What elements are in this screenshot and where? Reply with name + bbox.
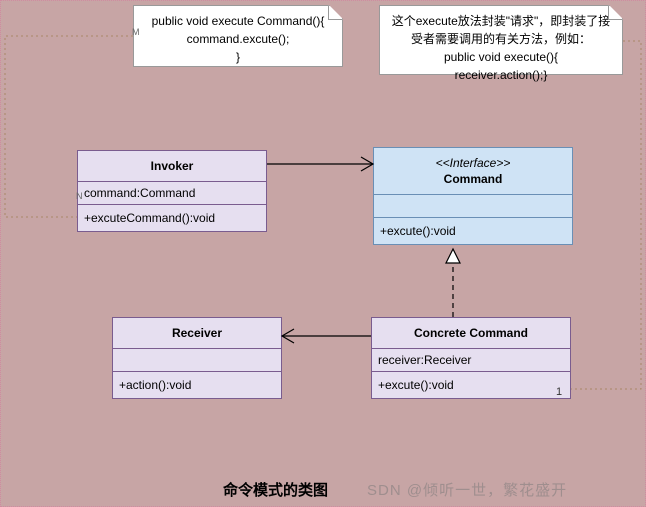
stereotype-label: <<Interface>> bbox=[378, 156, 568, 170]
class-name-text: Command bbox=[444, 172, 503, 186]
diagram-caption: 命令模式的类图 bbox=[223, 479, 328, 500]
connector-layer bbox=[1, 1, 646, 507]
note-execute-command: M public void execute Command(){ command… bbox=[133, 5, 343, 67]
class-op: +excute():void bbox=[372, 372, 570, 398]
class-name: <<Interface>> Command bbox=[374, 148, 572, 195]
class-concrete-command: Concrete Command receiver:Receiver +excu… bbox=[371, 317, 571, 399]
class-name: Concrete Command bbox=[372, 318, 570, 349]
note-line: 这个execute放法封装"请求"，即封装了接 bbox=[392, 14, 611, 28]
class-attr: command:Command bbox=[78, 182, 266, 205]
note-execute-receiver: 这个execute放法封装"请求"，即封装了接 受者需要调用的有关方法，例如： … bbox=[379, 5, 623, 75]
class-op: +excuteCommand():void bbox=[78, 205, 266, 231]
class-attr-empty bbox=[374, 195, 572, 218]
diagram-canvas: M public void execute Command(){ command… bbox=[0, 0, 646, 507]
class-marker-n: N bbox=[76, 191, 83, 201]
class-invoker: N Invoker command:Command +excuteCommand… bbox=[77, 150, 267, 232]
multiplicity-label: 1 bbox=[556, 386, 562, 398]
note-line: command.excute(); bbox=[187, 32, 290, 46]
note-line: receiver.action();} bbox=[455, 68, 548, 82]
note-line: public void execute Command(){ bbox=[152, 14, 325, 28]
note-line: 受者需要调用的有关方法，例如： bbox=[411, 32, 591, 46]
note-line: public void execute(){ bbox=[444, 50, 558, 64]
class-receiver: Receiver +action():void bbox=[112, 317, 282, 399]
class-command-interface: <<Interface>> Command +excute():void bbox=[373, 147, 573, 245]
class-op: +action():void bbox=[113, 372, 281, 398]
class-name: Invoker bbox=[78, 151, 266, 182]
class-op: +excute():void bbox=[374, 218, 572, 244]
class-attr: receiver:Receiver bbox=[372, 349, 570, 372]
note-line: } bbox=[236, 50, 240, 64]
class-attr-empty bbox=[113, 349, 281, 372]
class-name: Receiver bbox=[113, 318, 281, 349]
watermark-text: SDN @倾听一世，繁花盛开 bbox=[367, 479, 567, 500]
note-marker-m: M bbox=[132, 26, 140, 40]
